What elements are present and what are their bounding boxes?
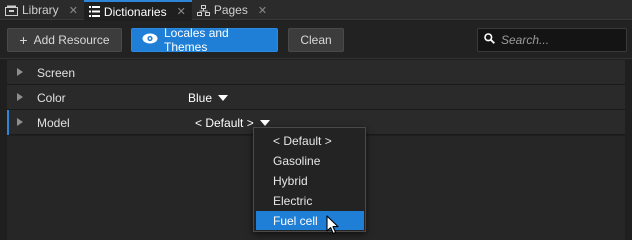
expand-arrow-icon[interactable]	[17, 118, 23, 126]
dropdown-option[interactable]: Gasoline	[256, 151, 364, 170]
pages-icon	[196, 4, 210, 16]
color-value: Blue	[188, 91, 213, 105]
locales-and-themes-label: Locales and Themes	[164, 26, 229, 54]
dictionaries-icon	[88, 6, 100, 17]
tab-bar: Library ✕ Dictionaries ✕ Pages ✕	[0, 0, 632, 21]
expand-arrow-icon[interactable]	[17, 93, 23, 101]
dropdown-option-highlighted[interactable]: Fuel cell	[256, 211, 364, 230]
clean-button[interactable]: Clean	[288, 28, 344, 52]
tab-library[interactable]: Library ✕	[0, 0, 84, 20]
library-icon	[5, 5, 18, 16]
dropdown-option[interactable]: Electric	[256, 191, 364, 210]
plus-icon: +	[19, 32, 28, 48]
add-resource-label: Add Resource	[33, 33, 110, 47]
tab-library-label: Library	[22, 3, 59, 17]
clean-label: Clean	[300, 33, 332, 47]
locales-and-themes-button[interactable]: Locales and Themes	[131, 26, 278, 54]
add-resource-button[interactable]: + Add Resource	[7, 28, 122, 52]
tab-pages-label: Pages	[213, 3, 248, 17]
eye-icon	[142, 33, 158, 47]
close-icon[interactable]: ✕	[69, 4, 78, 17]
panel-edge	[0, 60, 7, 240]
row-color[interactable]: Color Blue	[7, 85, 625, 110]
row-label: Model	[37, 116, 70, 130]
close-icon[interactable]: ✕	[258, 4, 267, 17]
tab-dictionaries[interactable]: Dictionaries ✕	[83, 0, 192, 21]
dropdown-option[interactable]: Hybrid	[256, 171, 364, 190]
model-value: < Default >	[195, 116, 254, 130]
close-icon[interactable]: ✕	[177, 5, 186, 18]
model-dropdown-list: < Default > Gasoline Hybrid Electric Fue…	[253, 127, 366, 232]
row-label: Screen	[37, 66, 76, 80]
expand-arrow-icon[interactable]	[17, 68, 23, 76]
row-screen[interactable]: Screen	[7, 60, 625, 85]
color-select[interactable]: Blue	[188, 91, 229, 105]
row-label: Color	[37, 91, 66, 105]
chevron-down-icon	[218, 95, 229, 101]
tab-dictionaries-label: Dictionaries	[103, 4, 167, 19]
tab-pages[interactable]: Pages ✕	[192, 0, 273, 20]
dropdown-option[interactable]: < Default >	[256, 131, 364, 150]
search-box[interactable]	[477, 28, 627, 52]
search-input[interactable]	[501, 33, 621, 47]
toolbar: + Add Resource Locales and Themes Clean	[0, 21, 632, 59]
mouse-cursor-icon	[326, 215, 340, 238]
search-icon	[484, 33, 495, 47]
chevron-down-icon	[259, 120, 270, 126]
